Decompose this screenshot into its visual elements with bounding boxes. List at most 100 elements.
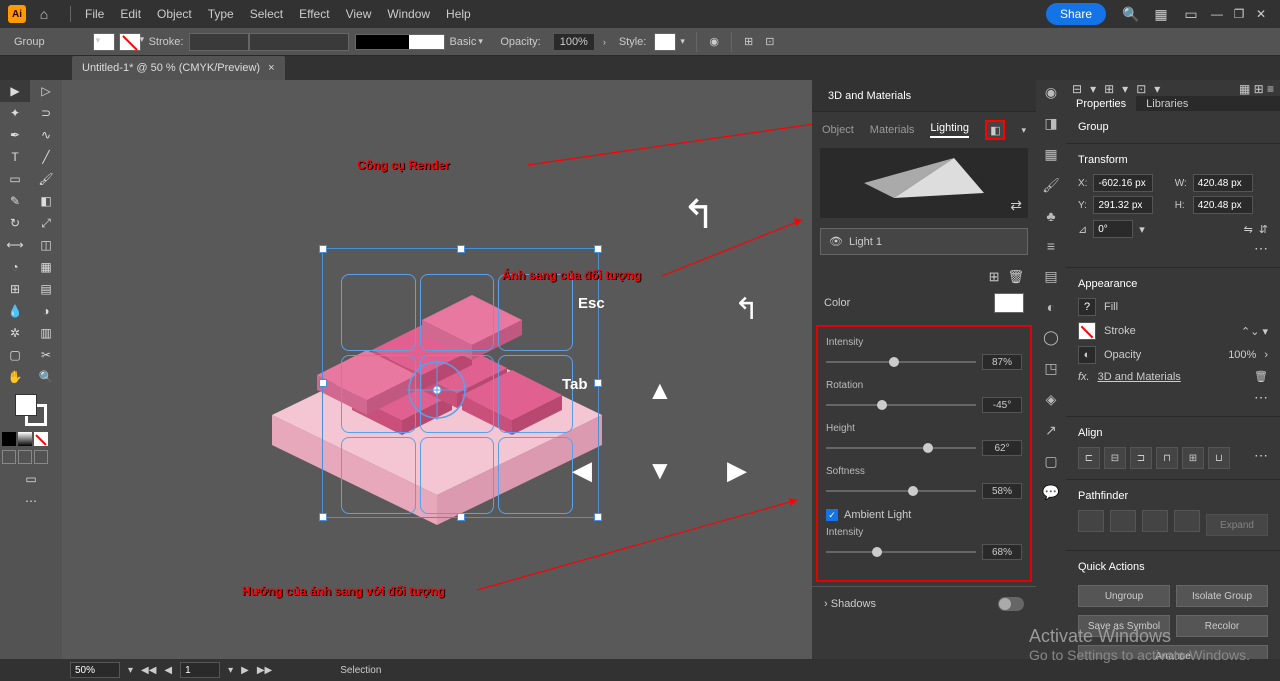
delete-fx-icon[interactable]: 🗑 <box>1254 370 1268 383</box>
canvas[interactable]: Công cụ Render Ánh sang của đối tượng Hư… <box>62 80 812 681</box>
tab-libraries[interactable]: Libraries <box>1136 96 1198 111</box>
intensity-slider[interactable] <box>826 361 976 363</box>
align-vcenter[interactable]: ⊞ <box>1182 447 1204 469</box>
menu-window[interactable]: Window <box>379 3 438 25</box>
align-bottom[interactable]: ⊔ <box>1208 447 1230 469</box>
artboard-prev-icon[interactable]: ◀◀ <box>141 665 156 676</box>
home-icon[interactable]: ⌂ <box>34 6 54 22</box>
flip-h-icon[interactable]: ⇋ <box>1244 223 1253 236</box>
align-right[interactable]: ⊐ <box>1130 447 1152 469</box>
style-swatch[interactable] <box>654 33 676 51</box>
stroke-swatch[interactable]: ▾ <box>119 33 141 51</box>
height-slider[interactable] <box>826 447 976 449</box>
fill-swatch[interactable]: ▾ <box>93 33 115 51</box>
symbols-icon[interactable]: ♣ <box>1046 208 1055 224</box>
comments-icon[interactable]: 💬 <box>1042 484 1059 501</box>
share-button[interactable]: Share <box>1046 3 1106 25</box>
menu-file[interactable]: File <box>77 3 112 25</box>
pf-intersect[interactable] <box>1142 510 1168 532</box>
recolor-icon[interactable]: ◉ <box>709 35 719 48</box>
pf-unite[interactable] <box>1078 510 1104 532</box>
add-light-icon[interactable]: ⊞ <box>989 269 1000 285</box>
menu-effect[interactable]: Effect <box>291 3 337 25</box>
minimize-icon[interactable]: — <box>1208 7 1226 21</box>
workspace-icon[interactable]: ▭ <box>1180 3 1202 25</box>
align-hcenter[interactable]: ⊟ <box>1104 447 1126 469</box>
artboard-prev2-icon[interactable]: ◀ <box>164 665 172 676</box>
fill-mixed-icon[interactable]: ? <box>1078 298 1096 316</box>
swatches-icon[interactable]: ▦ <box>1044 146 1057 163</box>
amb-intensity-value[interactable]: 68% <box>982 544 1022 560</box>
ungroup-button[interactable]: Ungroup <box>1078 585 1170 607</box>
expand-button[interactable]: Expand <box>1206 514 1268 536</box>
x-input[interactable] <box>1093 174 1153 192</box>
color-guide-icon[interactable]: ◨ <box>1044 115 1057 132</box>
tab-materials[interactable]: Materials <box>870 124 915 136</box>
flip-v-icon[interactable]: ⇵ <box>1259 223 1268 236</box>
more-align-icon[interactable]: ⋯ <box>1254 447 1268 469</box>
stroke-weight[interactable] <box>189 33 249 51</box>
zoom-input[interactable] <box>70 662 120 678</box>
isolate-button[interactable]: Isolate Group <box>1176 585 1268 607</box>
tab-object[interactable]: Object <box>822 124 854 136</box>
graphic-styles-icon[interactable]: ◳ <box>1044 360 1057 377</box>
opacity-value[interactable]: 100% <box>1228 349 1256 361</box>
arrange-docs-icon[interactable]: ▦ <box>1150 3 1172 25</box>
transform-icon[interactable]: ⊡ <box>765 35 774 48</box>
opacity-value[interactable]: 100% <box>553 33 595 51</box>
more-transform-icon[interactable]: ⋯ <box>1078 240 1268 257</box>
maximize-icon[interactable]: ❐ <box>1230 7 1248 21</box>
angle-input[interactable] <box>1093 220 1133 238</box>
recolor-button[interactable]: Recolor <box>1176 615 1268 637</box>
height-value[interactable]: 62° <box>982 440 1022 456</box>
pathfinder-top-icon[interactable]: ⊞ <box>1104 82 1114 94</box>
visibility-icon[interactable]: 👁 <box>829 235 843 248</box>
ambient-checkbox[interactable]: ✓ <box>826 509 838 521</box>
more-appearance-icon[interactable]: ⋯ <box>1078 389 1268 406</box>
selection-bounds[interactable] <box>322 248 599 518</box>
stroke-none-icon[interactable] <box>1078 322 1096 340</box>
brushes-icon[interactable]: 🖌 <box>1042 177 1060 194</box>
menu-view[interactable]: View <box>338 3 380 25</box>
h-input[interactable] <box>1193 196 1253 214</box>
menu-edit[interactable]: Edit <box>112 3 149 25</box>
intensity-value[interactable]: 87% <box>982 354 1022 370</box>
tab-properties[interactable]: Properties <box>1066 96 1136 111</box>
render-button[interactable]: ◧ <box>985 120 1005 140</box>
menu-select[interactable]: Select <box>242 3 291 25</box>
layers-icon[interactable]: ◈ <box>1046 391 1057 408</box>
align-left[interactable]: ⊏ <box>1078 447 1100 469</box>
document-tab[interactable]: Untitled-1* @ 50 % (CMYK/Preview) × <box>72 56 285 80</box>
w-input[interactable] <box>1193 174 1253 192</box>
amb-intensity-slider[interactable] <box>826 551 976 553</box>
more-top-icon[interactable]: ⊡ <box>1136 82 1146 94</box>
menu-type[interactable]: Type <box>200 3 242 25</box>
menu-object[interactable]: Object <box>149 3 200 25</box>
y-input[interactable] <box>1093 196 1153 214</box>
stroke-panel-icon[interactable]: ≡ <box>1047 238 1055 254</box>
stroke-profile[interactable] <box>249 33 349 51</box>
tab-close-icon[interactable]: × <box>268 62 274 74</box>
close-icon[interactable]: ✕ <box>1252 7 1270 21</box>
light-item[interactable]: 👁 Light 1 <box>820 228 1028 255</box>
artboard-next2-icon[interactable]: ▶▶ <box>257 665 272 676</box>
align-panel-top-icon[interactable]: ⊟ <box>1072 82 1082 94</box>
light-preview[interactable]: ⇄ <box>820 148 1028 218</box>
artboard-next-icon[interactable]: ▶ <box>241 665 249 676</box>
pf-exclude[interactable] <box>1174 510 1200 532</box>
light-color-swatch[interactable] <box>994 293 1024 313</box>
asset-export-icon[interactable]: ↗ <box>1045 422 1057 439</box>
sync-icon[interactable]: ⇄ <box>1010 197 1022 214</box>
transparency-icon[interactable]: ◐ <box>1047 299 1055 315</box>
align-icon[interactable]: ⊞ <box>744 35 753 48</box>
align-top[interactable]: ⊓ <box>1156 447 1178 469</box>
artboard-nav-input[interactable] <box>180 662 220 678</box>
menu-help[interactable]: Help <box>438 3 479 25</box>
pf-minus[interactable] <box>1110 510 1136 532</box>
opacity-icon[interactable]: ◐ <box>1078 346 1096 364</box>
rotation-value[interactable]: -45° <box>982 397 1022 413</box>
tab-lighting[interactable]: Lighting <box>930 122 969 138</box>
save-symbol-button[interactable]: Save as Symbol <box>1078 615 1170 637</box>
search-icon[interactable]: 🔍 <box>1120 3 1142 25</box>
softness-slider[interactable] <box>826 490 976 492</box>
